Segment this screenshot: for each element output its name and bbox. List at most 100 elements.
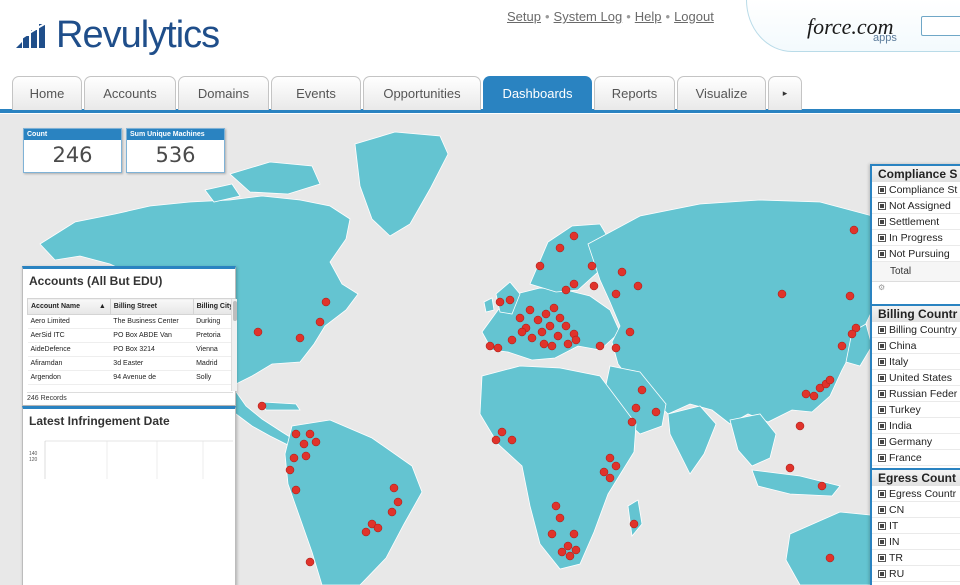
count-metric-card[interactable]: Count 246 xyxy=(23,128,122,173)
account-name-cell[interactable]: Afiramdan xyxy=(27,356,111,371)
billing-country-row[interactable]: China xyxy=(872,338,960,354)
egress-country-row[interactable]: IN xyxy=(872,534,960,550)
map-area[interactable]: Count 246 Sum Unique Machines 536 Compli… xyxy=(0,114,960,585)
setup-link[interactable]: Setup xyxy=(507,9,541,24)
checkbox-icon[interactable] xyxy=(878,522,886,530)
table-row[interactable]: AideDefence PO Box 3214 Vienna xyxy=(27,342,235,357)
column-header-billing-street[interactable]: Billing Street xyxy=(109,298,194,315)
compliance-row[interactable]: Not Assigned xyxy=(872,198,960,214)
tab-domains[interactable]: Domains xyxy=(178,76,269,110)
billing-city-cell: Solly xyxy=(193,370,235,385)
tab-events[interactable]: Events xyxy=(271,76,361,110)
checkbox-icon[interactable] xyxy=(878,342,886,350)
checkbox-icon[interactable] xyxy=(878,406,886,414)
billing-country-row[interactable]: Billing Country xyxy=(872,322,960,338)
gear-icon[interactable]: ⚙ xyxy=(872,282,960,294)
billing-city-cell: Vienna xyxy=(193,342,235,357)
accounts-panel-title: Accounts (All But EDU) xyxy=(29,274,163,288)
force-apps-label: apps xyxy=(873,32,897,44)
egress-country-filter: Egress Count Egress Countr CN IT IN TR R… xyxy=(872,468,960,582)
compliance-row-label: Compliance St xyxy=(889,184,958,196)
checkbox-icon[interactable] xyxy=(878,374,886,382)
billing-country-label: India xyxy=(889,420,912,432)
app-picker-select[interactable] xyxy=(921,16,960,36)
compliance-row[interactable]: Compliance St xyxy=(872,182,960,198)
logout-link[interactable]: Logout xyxy=(674,9,714,24)
table-row[interactable]: Aero Limited The Business Center Durking xyxy=(27,314,235,329)
billing-country-row[interactable]: Germany xyxy=(872,434,960,450)
tab-home[interactable]: Home xyxy=(12,76,82,110)
year-tick-label: 2015 xyxy=(127,439,138,441)
sort-asc-icon[interactable]: ▲ xyxy=(99,303,106,310)
compliance-filter-title[interactable]: Compliance S xyxy=(872,164,960,182)
egress-country-row[interactable]: RU xyxy=(872,566,960,582)
egress-country-filter-title[interactable]: Egress Count xyxy=(872,468,960,486)
table-header-row: Account Name ▲ Billing Street Billing Ci… xyxy=(27,298,236,315)
billing-street-cell: 94 Avenue de xyxy=(110,370,194,385)
account-name-cell[interactable]: Argendon xyxy=(27,370,111,385)
checkbox-icon[interactable] xyxy=(878,326,886,334)
billing-country-row[interactable]: France xyxy=(872,450,960,466)
tab-visualize[interactable]: Visualize xyxy=(677,76,766,110)
billing-country-row[interactable]: India xyxy=(872,418,960,434)
billing-country-row[interactable]: Italy xyxy=(872,354,960,370)
checkbox-icon[interactable] xyxy=(878,490,886,498)
scrollbar-thumb[interactable] xyxy=(233,301,237,321)
egress-country-row[interactable]: CN xyxy=(872,502,960,518)
checkbox-icon[interactable] xyxy=(878,570,886,578)
checkbox-icon[interactable] xyxy=(878,506,886,514)
checkbox-icon[interactable] xyxy=(878,234,886,242)
force-apps-menu[interactable]: force.com apps xyxy=(746,0,960,52)
infringement-chart[interactable]: 2014 2015 2016 140 120 xyxy=(27,439,233,479)
checkbox-icon[interactable] xyxy=(878,218,886,226)
checkbox-icon[interactable] xyxy=(878,554,886,562)
billing-street-cell: PO Box ABDE Van xyxy=(110,328,194,343)
tab-bar: Home Accounts Domains Events Opportuniti… xyxy=(0,76,960,114)
billing-country-row[interactable]: Russian Feder xyxy=(872,386,960,402)
unique-machines-label: Sum Unique Machines xyxy=(127,129,224,140)
compliance-row[interactable]: Not Pursuing xyxy=(872,246,960,262)
billing-country-filter-title[interactable]: Billing Countr xyxy=(872,304,960,322)
compliance-row-label: Not Pursuing xyxy=(889,248,950,260)
checkbox-icon[interactable] xyxy=(878,358,886,366)
tab-more-arrow[interactable]: ▸ xyxy=(768,76,802,110)
checkbox-icon[interactable] xyxy=(878,454,886,462)
column-header-billing-city[interactable]: Billing City xyxy=(192,298,236,315)
tab-dashboards[interactable]: Dashboards xyxy=(483,76,592,110)
accounts-panel: Accounts (All But EDU) Account Name ▲ Bi… xyxy=(22,266,237,406)
help-link[interactable]: Help xyxy=(635,9,662,24)
checkbox-icon[interactable] xyxy=(878,538,886,546)
table-row[interactable]: Afiramdan 3d Easter Madrid xyxy=(27,356,235,371)
table-row[interactable]: AerSid ITC PO Box ABDE Van Pretoria xyxy=(27,328,235,343)
checkbox-icon[interactable] xyxy=(878,422,886,430)
column-header-account-name[interactable]: Account Name ▲ xyxy=(27,298,111,315)
billing-country-label: Billing Country xyxy=(889,324,957,336)
egress-country-row[interactable]: Egress Countr xyxy=(872,486,960,502)
unique-machines-metric-card[interactable]: Sum Unique Machines 536 xyxy=(126,128,225,173)
egress-country-label: IN xyxy=(889,536,900,548)
account-name-cell[interactable]: Aero Limited xyxy=(27,314,111,329)
system-log-link[interactable]: System Log xyxy=(554,9,623,24)
year-tick-label: 2016 xyxy=(175,439,186,441)
checkbox-icon[interactable] xyxy=(878,390,886,398)
billing-country-row[interactable]: Turkey xyxy=(872,402,960,418)
tab-reports[interactable]: Reports xyxy=(594,76,675,110)
table-row[interactable]: Argendon 94 Avenue de Solly xyxy=(27,370,235,385)
checkbox-icon[interactable] xyxy=(878,186,886,194)
checkbox-icon[interactable] xyxy=(878,438,886,446)
checkbox-icon[interactable] xyxy=(878,202,886,210)
page-header: Revulytics Setup • System Log • Help • L… xyxy=(0,0,960,76)
compliance-row[interactable]: Settlement xyxy=(872,214,960,230)
tab-accounts[interactable]: Accounts xyxy=(84,76,176,110)
account-name-cell[interactable]: AideDefence xyxy=(27,342,111,357)
accounts-scrollbar[interactable] xyxy=(231,299,237,391)
compliance-row[interactable]: In Progress xyxy=(872,230,960,246)
revulytics-logo[interactable]: Revulytics xyxy=(14,10,220,60)
egress-country-row[interactable]: IT xyxy=(872,518,960,534)
egress-country-row[interactable]: TR xyxy=(872,550,960,566)
egress-country-label: RU xyxy=(889,568,905,580)
account-name-cell[interactable]: AerSid ITC xyxy=(27,328,111,343)
tab-opportunities[interactable]: Opportunities xyxy=(363,76,481,110)
billing-country-row[interactable]: United States xyxy=(872,370,960,386)
checkbox-icon[interactable] xyxy=(878,250,886,258)
